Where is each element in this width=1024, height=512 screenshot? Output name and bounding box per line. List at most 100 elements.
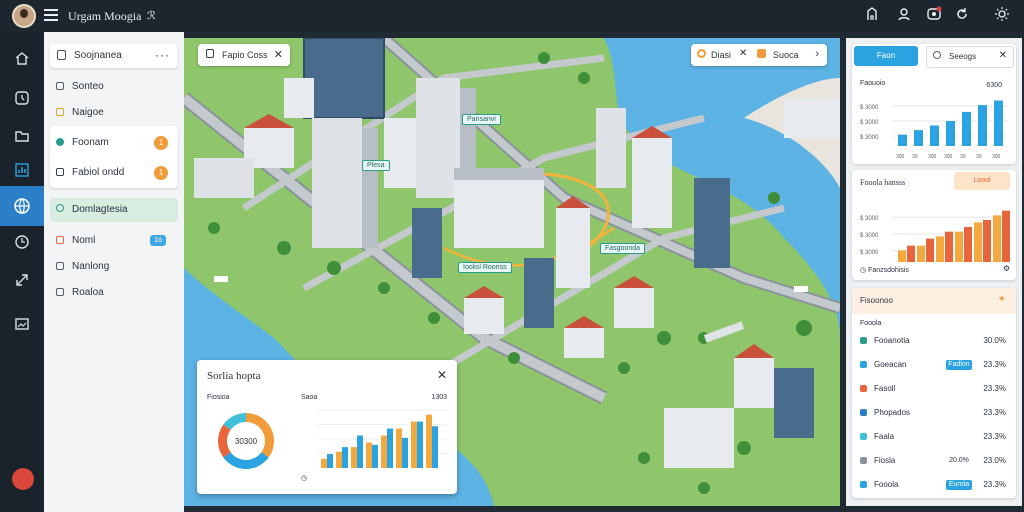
bar — [964, 227, 972, 262]
building-icon[interactable] — [862, 6, 882, 26]
row-name: Faala — [874, 432, 895, 441]
globe-icon[interactable] — [0, 186, 44, 226]
bar — [351, 447, 357, 468]
bar — [426, 414, 432, 468]
close-icon[interactable]: ✕ — [274, 48, 283, 61]
row-value — [946, 336, 972, 346]
sidebar-card-item-2[interactable]: Fabiol ondd 1 — [50, 162, 178, 184]
y-tick-label: $ 3000 — [860, 216, 879, 222]
row-percent: 23.3% — [983, 480, 1006, 489]
bar — [432, 426, 438, 468]
menu-icon[interactable] — [44, 9, 58, 21]
table-row[interactable]: Phopados 23.3% — [860, 406, 1010, 420]
series-swatch — [860, 385, 867, 392]
right-panel: Faon Seeogs ✕ Faouoio 6300 $ 3000 $ 3000 $… — [846, 38, 1022, 506]
bar — [357, 435, 363, 468]
history-icon[interactable] — [8, 228, 36, 256]
close-icon[interactable]: ✕ — [739, 48, 747, 59]
sparkle-icon[interactable]: ✦ — [998, 294, 1006, 305]
sidebar-item-selected[interactable]: Domlagtesia — [50, 198, 178, 222]
row-percent: 23.3% — [983, 384, 1006, 393]
sidebar-card: Foonam 1 Fabiol ondd 1 — [50, 126, 178, 188]
bar — [417, 421, 423, 468]
x-tick-label: 30 — [960, 154, 966, 160]
series-swatch — [860, 481, 867, 488]
map-route-chip[interactable]: Diasi ✕ Suoca › — [691, 44, 827, 66]
table-header: Fisoonoo ✦ — [852, 288, 1016, 314]
settings-icon[interactable]: ⚙ — [1003, 264, 1010, 273]
table-row[interactable]: Fiosla 20.0% 23.0% — [860, 454, 1010, 468]
map-search-chip[interactable]: Fapio Coss ✕ — [198, 44, 290, 66]
bar — [926, 238, 934, 262]
chart2-badge[interactable]: Loool — [954, 172, 1010, 190]
row-name: Fiosla — [874, 456, 896, 465]
close-icon[interactable]: ✕ — [437, 368, 447, 382]
map-label[interactable]: Pansanvi — [462, 114, 501, 125]
sidebar-item-4[interactable]: Nanlong — [50, 256, 178, 278]
bar — [945, 231, 953, 262]
float-bar-chart — [317, 409, 447, 468]
box-icon — [56, 236, 64, 244]
table-subtitle: Fooola — [860, 320, 882, 327]
bar — [994, 100, 1003, 146]
chevron-right-icon[interactable]: › — [815, 48, 819, 60]
chart2-title: Fooola hansss — [860, 178, 906, 187]
home-icon[interactable] — [8, 44, 36, 72]
row-percent: 23.0% — [983, 456, 1006, 465]
bar — [342, 447, 348, 468]
bars-value: 1303 — [431, 394, 447, 401]
bar — [1002, 210, 1010, 262]
bar — [898, 250, 906, 262]
chart-icon[interactable] — [8, 156, 36, 184]
list-icon — [56, 82, 64, 90]
avatar[interactable] — [12, 4, 36, 28]
tab-main[interactable]: Faon — [854, 46, 918, 66]
table-row[interactable]: Fooanotia 30.0% — [860, 334, 1010, 348]
image-icon[interactable] — [8, 310, 36, 338]
x-tick-label: 30 — [912, 154, 918, 160]
bar — [936, 236, 944, 262]
clock-icon[interactable] — [8, 84, 36, 112]
row-percent: 23.3% — [983, 432, 1006, 441]
tab-secondary[interactable]: Seeogs ✕ — [926, 46, 1014, 68]
table-row[interactable]: Fooola Eurola 23.3% — [860, 478, 1010, 492]
y-tick-label: $ 3000 — [860, 135, 879, 141]
bar — [917, 245, 925, 262]
dot-icon — [56, 138, 64, 146]
row-value — [946, 408, 972, 418]
sidebar-item-1[interactable]: Sonteo — [50, 76, 178, 98]
notification-icon[interactable] — [924, 6, 944, 26]
record-button[interactable] — [12, 468, 34, 490]
refresh-icon[interactable] — [952, 6, 972, 26]
bar — [402, 437, 408, 468]
bar — [411, 421, 417, 468]
table-row[interactable]: Faala 23.3% — [860, 430, 1010, 444]
sidebar-item-2[interactable]: Naigoe — [50, 102, 178, 124]
table-row[interactable]: Goeacan Fadlon 23.3% — [860, 358, 1010, 372]
count-badge: 1ó — [150, 235, 166, 246]
pie-slice — [223, 452, 269, 469]
x-tick-label: 300 — [896, 154, 905, 160]
app-title: Urgam Moogia — [68, 9, 142, 23]
row-name: Fooola — [874, 480, 899, 489]
sun-icon[interactable] — [992, 6, 1012, 26]
sidebar-card-item-1[interactable]: Foonam 1 — [50, 132, 178, 154]
close-icon[interactable]: ✕ — [999, 50, 1007, 61]
bar — [930, 125, 939, 146]
share-icon[interactable] — [8, 266, 36, 294]
bar — [962, 111, 971, 146]
more-icon[interactable]: ··· — [155, 48, 170, 62]
bar — [955, 231, 963, 262]
user-icon[interactable] — [894, 6, 914, 26]
bar — [898, 134, 907, 146]
bar — [381, 435, 387, 468]
table-row[interactable]: Fasoll 23.3% — [860, 382, 1010, 396]
folder-icon[interactable] — [8, 122, 36, 150]
map-label[interactable]: Ioolisl Roonss — [458, 262, 512, 273]
map-label[interactable]: Fasgoonda — [600, 243, 646, 254]
sidebar-item-3[interactable]: Noml 1ó — [50, 230, 178, 252]
sidebar-item-5[interactable]: Roaloa — [50, 282, 178, 304]
sidebar-header[interactable]: Soojnanea ··· — [50, 44, 178, 68]
map-label[interactable]: Plesa — [362, 160, 390, 171]
bar — [993, 215, 1001, 262]
